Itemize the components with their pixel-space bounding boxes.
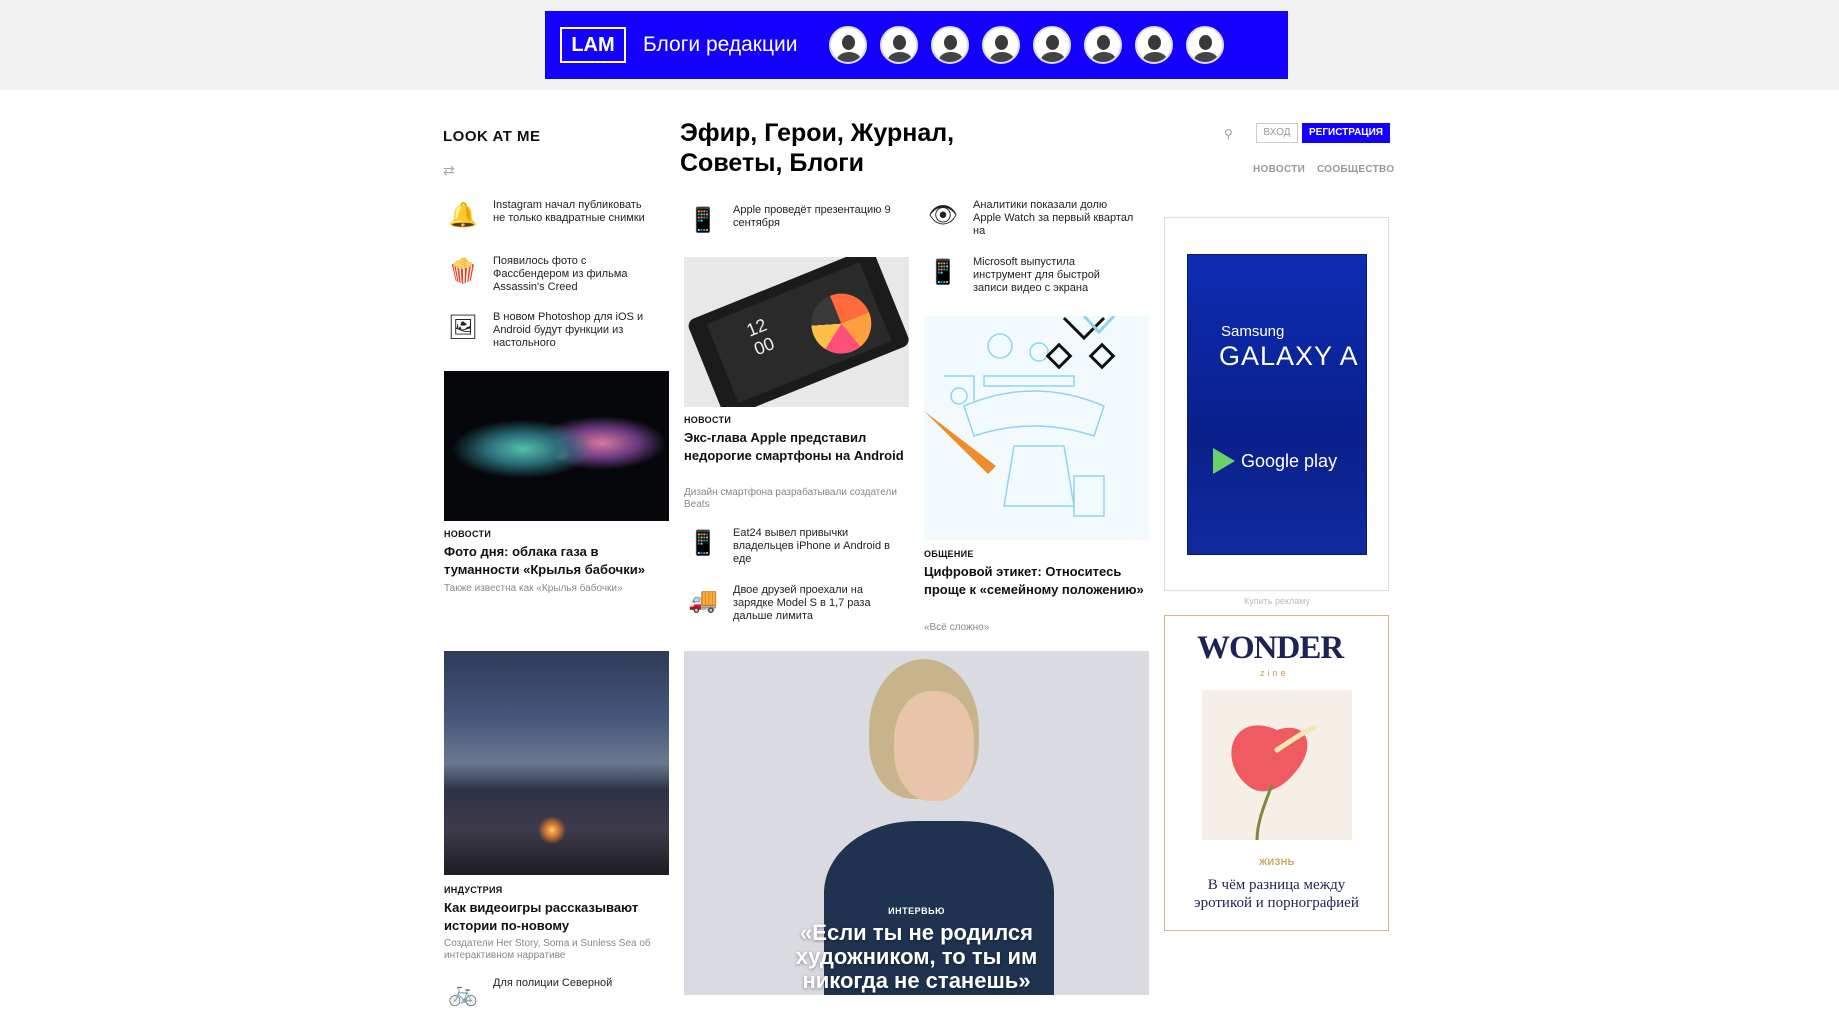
- samsung-ad[interactable]: Samsung GALAXY A Google play: [1187, 254, 1367, 555]
- phone-image[interactable]: 12 00: [684, 257, 909, 407]
- card-subtitle: Создатели Her Story, Soma и Sunless Sea …: [444, 938, 651, 961]
- sections-nav[interactable]: Эфир, Герои, Журнал, Советы, Блоги: [680, 118, 1040, 178]
- pencil: [924, 411, 996, 474]
- eye-icon: 👁: [927, 202, 959, 229]
- phone-icon: 📱: [688, 530, 718, 557]
- card-tag[interactable]: НОВОСТИ: [444, 529, 491, 539]
- truck-icon: 🚚: [688, 587, 718, 614]
- games-image[interactable]: [444, 651, 669, 875]
- search-icon[interactable]: ⚲: [1224, 127, 1233, 141]
- wonder-sub: zine: [1260, 668, 1289, 678]
- list-item[interactable]: 🚲 Для полиции Северной: [446, 977, 646, 1011]
- card-subtitle: «Всё сложно»: [924, 622, 990, 633]
- popcorn-icon: 🍿: [448, 258, 478, 285]
- card-title[interactable]: Фото дня: облака газа в туманности «Крыл…: [444, 543, 669, 579]
- list-item[interactable]: 📱 Apple проведёт презентацию 9 сентября: [686, 204, 896, 238]
- news-text: Instagram начал публиковать не только кв…: [493, 199, 645, 224]
- news-text: Для полиции Северной: [493, 977, 613, 989]
- line-drawing: [924, 316, 1116, 517]
- news-text: В новом Photoshop для iOS и Android буду…: [493, 311, 644, 349]
- card-subtitle: Также известна как «Крылья бабочки»: [444, 583, 623, 594]
- list-item[interactable]: 📱 Microsoft выпустила инструмент для быс…: [926, 256, 1136, 295]
- bicycle-icon: 🚲: [448, 980, 478, 1007]
- news-text: Apple проведёт презентацию 9 сентября: [733, 204, 891, 229]
- card-tag[interactable]: НОВОСТИ: [684, 415, 731, 425]
- avatar[interactable]: [1033, 26, 1072, 64]
- card-title[interactable]: Как видеоигры рассказывают истории по-но…: [444, 899, 669, 935]
- samsung-label: Samsung: [1221, 323, 1285, 340]
- list-item[interactable]: 👁 Аналитики показали долю Apple Watch за…: [926, 199, 1136, 238]
- news-text: Eat24 вывел привычки владельцев iPhone и…: [733, 527, 890, 565]
- card-tag[interactable]: ОБЩЕНИЕ: [924, 549, 974, 559]
- avatar[interactable]: [1135, 26, 1174, 64]
- subnav-community[interactable]: СООБЩЕСТВО: [1317, 164, 1394, 175]
- avatar[interactable]: [1186, 26, 1225, 64]
- anthurium-drawing: [1231, 725, 1317, 841]
- blogs-banner[interactable]: LAM Блоги редакции: [545, 11, 1288, 79]
- site-logo[interactable]: LOOK AT ME: [443, 128, 541, 145]
- list-item[interactable]: 🚚 Двое друзей проехали на зарядке Model …: [686, 584, 896, 623]
- nebula-image[interactable]: [444, 371, 669, 521]
- news-text: Двое друзей проехали на зарядке Model S …: [733, 584, 871, 622]
- lam-logo: LAM: [560, 27, 626, 63]
- card-tag: ИНТЕРВЬЮ: [888, 906, 945, 916]
- wonder-title[interactable]: В чём разница между эротикой и порнограф…: [1180, 876, 1373, 912]
- card-title[interactable]: Экс-глава Apple представил недорогие сма…: [684, 429, 909, 465]
- orange-dial: [802, 284, 881, 363]
- register-button[interactable]: РЕГИСТРАЦИЯ: [1302, 123, 1390, 143]
- google-play-label: Google play: [1241, 450, 1338, 471]
- subnav-news[interactable]: НОВОСТИ: [1253, 164, 1305, 175]
- editor-avatars: [829, 26, 1225, 64]
- banner-title: Блоги редакции: [643, 33, 798, 56]
- card-tag[interactable]: ИНДУСТРИЯ: [444, 885, 503, 895]
- face: [894, 691, 974, 801]
- avatar[interactable]: [829, 26, 868, 64]
- avatar[interactable]: [1084, 26, 1123, 64]
- card-title[interactable]: «Если ты не родился художником, то ты им…: [764, 921, 1069, 993]
- avatar[interactable]: [880, 26, 919, 64]
- avatar[interactable]: [982, 26, 1021, 64]
- shuffle-icon[interactable]: ⇄: [443, 162, 455, 179]
- list-item[interactable]: 📱 Eat24 вывел привычки владельцев iPhone…: [686, 527, 896, 566]
- list-item[interactable]: 🔔 Instagram начал публиковать не только …: [446, 199, 646, 233]
- card-subtitle: Дизайн смартфона разрабатывали создатели…: [684, 487, 897, 510]
- list-item[interactable]: 🖼 В новом Photoshop для iOS и Android бу…: [446, 311, 646, 350]
- buy-ad-link[interactable]: Купить рекламу: [1244, 596, 1310, 606]
- login-button[interactable]: ВХОД: [1256, 123, 1298, 143]
- phone-body: 12 00: [686, 257, 909, 407]
- etiquette-illustration[interactable]: [924, 316, 1149, 540]
- flower-image[interactable]: [1202, 690, 1352, 841]
- news-text: Появилось фото с Фассбендером из фильма …: [493, 255, 628, 293]
- wonder-tag[interactable]: ЖИЗНЬ: [1259, 857, 1295, 867]
- wonder-logo[interactable]: WONDER: [1197, 630, 1344, 667]
- play-icon: [1213, 448, 1235, 474]
- card-title[interactable]: Цифровой этикет: Относитесь проще к «сем…: [924, 563, 1149, 599]
- avatar[interactable]: [931, 26, 970, 64]
- phone-screen: 12 00: [706, 262, 892, 403]
- galaxy-label: GALAXY A: [1219, 341, 1359, 371]
- phone-icon: 📱: [688, 207, 718, 234]
- phone-icon: 📱: [928, 259, 958, 286]
- list-item[interactable]: 🍿 Появилось фото с Фассбендером из фильм…: [446, 255, 646, 294]
- news-text: Microsoft выпустила инструмент для быстр…: [973, 256, 1100, 294]
- image-icon: 🖼: [447, 314, 479, 341]
- bell-icon: 🔔: [448, 202, 478, 229]
- google-play-badge[interactable]: Google play: [1213, 448, 1337, 474]
- interview-card[interactable]: ИНТЕРВЬЮ «Если ты не родился художником,…: [684, 651, 1149, 995]
- news-text: Аналитики показали долю Apple Watch за п…: [973, 199, 1134, 237]
